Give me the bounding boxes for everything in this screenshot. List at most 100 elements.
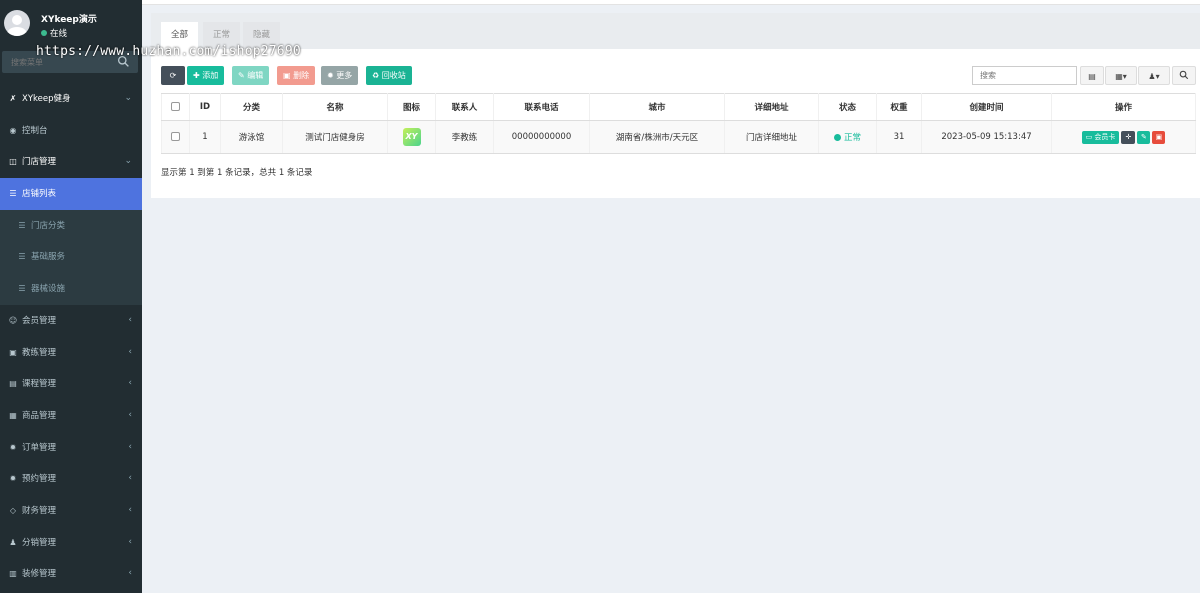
list-icon: ☰ (18, 220, 26, 230)
col-status[interactable]: 状态 (818, 93, 877, 121)
refresh-icon: ⟳ (169, 71, 177, 80)
sidebar-item-6[interactable]: ☰ 器械设施 (0, 273, 142, 305)
sidebar-item-13[interactable]: ◇ 财务管理 ‹ (0, 495, 142, 527)
sidebar-item-label: 订单管理 (22, 442, 57, 453)
sidebar-item-4[interactable]: ☰ 门店分类 (0, 209, 142, 242)
card-icon: ▭ (1085, 132, 1093, 141)
sidebar-item-label: 预约管理 (22, 474, 57, 485)
col-actions: 操作 (1051, 93, 1196, 121)
col-weight[interactable]: 权重 (876, 93, 922, 121)
sidebar-item-0[interactable]: ✗ XYkeep健身 ⌄ (0, 83, 142, 115)
export-button[interactable]: ♟▾ (1138, 66, 1170, 85)
cell-id: 1 (189, 120, 221, 154)
sidebar-item-2[interactable]: ◫ 门店管理 ⌄ (0, 146, 142, 178)
sidebar-item-12[interactable]: ✹ 预约管理 ‹ (0, 463, 142, 495)
sidebar-item-1[interactable]: ◉ 控制台 (0, 115, 142, 147)
avatar[interactable] (4, 10, 30, 36)
cell-category: 游泳馆 (220, 120, 283, 154)
sidebar-item-15[interactable]: ▥ 装修管理 ‹ (0, 558, 142, 590)
online-dot-icon (41, 30, 47, 36)
sidebar-item-9[interactable]: ▤ 课程管理 ‹ (0, 368, 142, 400)
sidebar-item-label: 基础服务 (31, 252, 66, 263)
cell-contact: 李教练 (435, 120, 494, 154)
sidebar-item-11[interactable]: ✹ 订单管理 ‹ (0, 432, 142, 464)
plus-icon: ✚ (193, 71, 200, 80)
sidebar-item-14[interactable]: ♟ 分销管理 ‹ (0, 527, 142, 559)
cell-phone: 00000000000 (493, 120, 590, 154)
chevron-left-icon: ‹ (128, 504, 132, 515)
col-category[interactable]: 分类 (220, 93, 283, 121)
row-edit-button[interactable]: ✎ (1137, 130, 1151, 144)
chevron-left-icon: ‹ (128, 346, 132, 357)
sidebar-item-5[interactable]: ☰ 基础服务 (0, 241, 142, 274)
chevron-left-icon: ‹ (128, 473, 132, 484)
member-card-button[interactable]: ▭ 会员卡 (1081, 130, 1120, 144)
delete-button[interactable]: ▣ 删除 (277, 66, 316, 85)
col-name[interactable]: 名称 (282, 93, 388, 121)
row-checkbox[interactable] (171, 132, 180, 141)
status-dot-icon (833, 134, 841, 141)
grid-icon: ▦▾ (1115, 72, 1127, 81)
dashboard-icon: ◉ (9, 125, 17, 135)
cell-weight: 31 (876, 120, 922, 154)
toggle-view-button[interactable]: ▤ (1080, 66, 1104, 85)
row-select-cell (161, 120, 190, 154)
store-table: ID 分类 名称 图标 联系人 联系电话 城市 详细地址 状态 权重 创建时间 … (161, 93, 1196, 154)
edit-label: 编辑 (247, 71, 264, 80)
table-row[interactable]: 1 游泳馆 测试门店健身房 XY 李教练 00000000000 湖南省/株洲市… (161, 120, 1196, 154)
select-all-checkbox[interactable] (171, 102, 180, 111)
col-contact[interactable]: 联系人 (435, 93, 494, 121)
cell-actions: ▭ 会员卡 ✛ ✎ ▣ (1051, 120, 1196, 154)
recycle-bin-button[interactable]: ♻ 回收站 (366, 66, 412, 85)
col-id[interactable]: ID (189, 93, 221, 121)
table-search-input[interactable] (972, 66, 1077, 85)
sidebar-menu: ✗ XYkeep健身 ⌄ ◉ 控制台 ◫ 门店管理 ⌄ ☰ 店铺列表 ☰ 门店分类 ☰ 基础服务 ☰ 器械设施… (0, 83, 142, 590)
select-all-cell (161, 93, 190, 121)
goods-icon: ▦ (9, 410, 17, 420)
chevron-left-icon: ‹ (128, 568, 132, 579)
cell-status: 正常 (818, 120, 877, 154)
col-address[interactable]: 详细地址 (724, 93, 819, 121)
cell-created: 2023-05-09 15:13:47 (921, 120, 1052, 154)
col-created[interactable]: 创建时间 (921, 93, 1052, 121)
sidebar-item-8[interactable]: ▣ 教练管理 ‹ (0, 337, 142, 369)
cell-name: 测试门店健身房 (282, 120, 388, 154)
watermark-url: https://www.huzhan.com/ishop27690 (36, 44, 301, 59)
image-icon: ▥ (9, 569, 17, 579)
sidebar-item-label: 门店管理 (22, 157, 57, 168)
advanced-search-button[interactable] (1172, 66, 1196, 85)
edit-button[interactable]: ✎ 编辑 (232, 66, 270, 85)
sidebar-item-label: 财务管理 (22, 505, 57, 516)
drag-sort-button[interactable]: ✛ (1121, 130, 1136, 144)
sidebar-item-10[interactable]: ▦ 商品管理 ‹ (0, 400, 142, 432)
row-delete-button[interactable]: ▣ (1152, 130, 1166, 144)
sidebar-item-label: 会员管理 (22, 315, 57, 326)
store-logo-image[interactable]: XY (402, 128, 421, 146)
list-icon: ☰ (18, 252, 26, 262)
add-button[interactable]: ✚ 添加 (187, 66, 225, 85)
chevron-down-icon: ⌄ (124, 156, 132, 167)
columns-button[interactable]: ▦▾ (1105, 66, 1137, 85)
store-icon: ◫ (9, 157, 17, 167)
chevron-left-icon: ‹ (128, 378, 132, 389)
diamond-icon: ◇ (9, 505, 17, 515)
status-badge: 正常 (843, 133, 861, 143)
recycle-icon: ♻ (372, 71, 380, 80)
chevron-down-icon: ⌄ (124, 93, 132, 103)
user-export-icon: ♟▾ (1148, 72, 1160, 81)
member-card-label: 会员卡 (1094, 132, 1116, 141)
user-name: XYkeep演示 (41, 15, 97, 25)
user-circle-icon: ☺ (8, 315, 18, 325)
col-phone[interactable]: 联系电话 (493, 93, 590, 121)
gear-icon: ✹ (9, 474, 17, 484)
list-icon: ☰ (9, 189, 17, 199)
col-logo[interactable]: 图标 (387, 93, 436, 121)
col-city[interactable]: 城市 (589, 93, 725, 121)
more-button[interactable]: ✹ 更多 (321, 66, 359, 85)
sidebar-item-7[interactable]: ☺ 会员管理 ‹ (0, 305, 142, 337)
users-icon: ♟ (9, 537, 17, 547)
sidebar-item-3[interactable]: ☰ 店铺列表 (0, 178, 142, 210)
delete-label: 删除 (293, 71, 310, 80)
content-panel: 全部 正常 隐藏 ⟳ ✚ 添加 ✎ 编辑 ▣ 删除 ✹ 更多 ♻ 回收站 ▤ ▦… (151, 13, 1200, 198)
refresh-button[interactable]: ⟳ (161, 66, 185, 85)
